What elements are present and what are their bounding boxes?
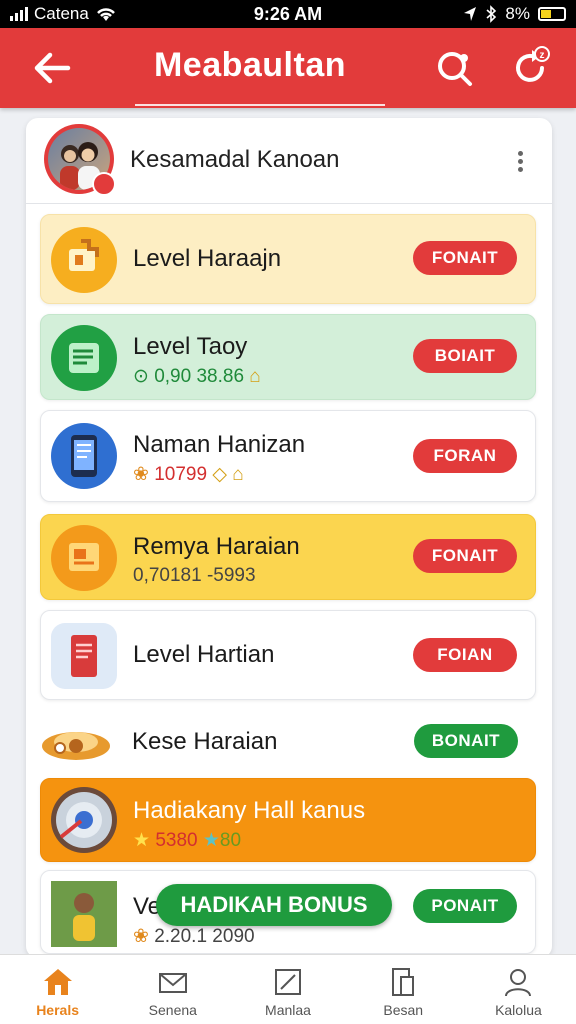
reward-card[interactable]: Hadiakany Hall kanus ★ 5380 ★80 bbox=[40, 778, 536, 862]
phone-icon bbox=[51, 423, 117, 489]
profile-row: Kesamadal Kanoan bbox=[26, 118, 552, 204]
player-avatar bbox=[51, 881, 117, 947]
notification-badge: z bbox=[534, 46, 550, 62]
card-value: 2.20.1 2090 bbox=[154, 926, 255, 947]
profile-name: Kesamadal Kanoan bbox=[130, 146, 340, 173]
card-subtitle: ⊙ 0,90 38.86 ⌂ bbox=[133, 365, 261, 388]
nav-label: Manlaa bbox=[265, 1002, 311, 1018]
house-icon: ⌂ bbox=[244, 366, 261, 387]
avatar-badge bbox=[92, 172, 116, 196]
card-value: 0,90 38.86 bbox=[154, 366, 245, 387]
document-icon bbox=[51, 525, 117, 591]
nav-edit[interactable]: Manlaa bbox=[230, 955, 345, 1024]
refresh-button[interactable]: z bbox=[506, 44, 554, 92]
reward-card[interactable]: Remya Haraian 0,70181 -5993 FONAIT bbox=[40, 514, 536, 600]
card-title: Level Hartian bbox=[133, 641, 275, 668]
search-refresh-icon bbox=[438, 52, 472, 86]
card-value: 80 bbox=[219, 830, 242, 851]
card-value: 10799 bbox=[154, 464, 208, 485]
gift-icon: ❀ bbox=[133, 926, 155, 947]
location-icon bbox=[464, 7, 477, 21]
notebook-icon bbox=[51, 623, 117, 689]
rewards-panel: Kesamadal Kanoan Level Haraajn FONAIT Le… bbox=[26, 118, 552, 958]
claim-button[interactable]: FOIAN bbox=[413, 638, 517, 672]
claim-button[interactable]: FONAIT bbox=[413, 241, 517, 275]
back-button[interactable] bbox=[30, 48, 74, 88]
nav-label: Besan bbox=[383, 1002, 424, 1018]
card-title: Level Taoy bbox=[133, 333, 248, 360]
card-title: Hadiakany Hall kanus bbox=[133, 797, 366, 824]
arrow-left-icon bbox=[34, 52, 71, 84]
card-title: Level Haraajn bbox=[133, 245, 282, 272]
claim-button[interactable]: PONAIT bbox=[413, 889, 517, 923]
card-title: Naman Hanizan bbox=[133, 431, 306, 458]
nav-home[interactable]: Herals bbox=[0, 955, 115, 1024]
star-icon: ★ bbox=[197, 830, 220, 851]
claim-button[interactable]: BONAIT bbox=[414, 724, 518, 758]
battery-icon bbox=[538, 7, 566, 21]
mail-icon bbox=[158, 973, 187, 993]
target-icon bbox=[51, 787, 117, 853]
puzzle-icon bbox=[51, 227, 117, 293]
reward-card[interactable]: Level Hartian FOIAN bbox=[40, 610, 536, 700]
battery-percent: 8% bbox=[505, 4, 530, 23]
reward-card[interactable]: Naman Hanizan ❀ 10799 ◇ ⌂ FORAN bbox=[40, 410, 536, 502]
star-icon: ★ bbox=[133, 830, 156, 851]
treasure-icon bbox=[40, 712, 116, 772]
app-header: Meabaultan z bbox=[0, 28, 576, 108]
home-icon bbox=[43, 969, 72, 995]
card-value: 5380 bbox=[155, 830, 198, 851]
claim-button[interactable]: FORAN bbox=[413, 439, 517, 473]
nav-document[interactable]: Besan bbox=[346, 955, 461, 1024]
search-button[interactable] bbox=[430, 44, 478, 92]
coin-icon: ⊙ bbox=[133, 366, 155, 387]
nav-profile[interactable]: Kalolua bbox=[461, 955, 576, 1024]
reward-card[interactable]: Level Haraajn FONAIT bbox=[40, 214, 536, 304]
nav-mail[interactable]: Senena bbox=[115, 955, 230, 1024]
notes-icon bbox=[51, 325, 117, 391]
claim-button[interactable]: FONAIT bbox=[413, 539, 517, 573]
profile-icon bbox=[505, 969, 532, 997]
reward-card[interactable]: Kese Haraian BONAIT bbox=[40, 710, 536, 774]
more-options-button[interactable] bbox=[510, 148, 530, 176]
nav-label: Herals bbox=[36, 1002, 79, 1018]
carrier-name: Catena bbox=[34, 4, 89, 23]
claim-button[interactable]: BOIAIT bbox=[413, 339, 517, 373]
title-underline bbox=[135, 104, 385, 106]
card-subtitle: 0,70181 -5993 bbox=[133, 565, 256, 586]
nav-label: Senena bbox=[148, 1002, 197, 1018]
reward-card[interactable]: Level Taoy ⊙ 0,90 38.86 ⌂ BOIAIT bbox=[40, 314, 536, 400]
nav-label: Kalolua bbox=[495, 1002, 542, 1018]
card-title: Remya Haraian bbox=[133, 533, 300, 560]
edit-icon bbox=[275, 969, 301, 995]
page-title: Meabaultan bbox=[153, 46, 347, 84]
trophy-icon: ◇ ⌂ bbox=[207, 464, 244, 485]
card-subtitle: ★ 5380 ★80 bbox=[133, 829, 241, 852]
bluetooth-icon bbox=[486, 5, 497, 23]
card-subtitle: ❀ 2.20.1 2090 bbox=[133, 925, 255, 948]
avatar[interactable] bbox=[44, 124, 116, 196]
signal-icon bbox=[10, 7, 28, 21]
gift-icon: ❀ bbox=[133, 464, 155, 485]
card-subtitle: ❀ 10799 ◇ ⌂ bbox=[133, 463, 244, 486]
document-icon bbox=[392, 968, 415, 996]
wifi-icon bbox=[96, 8, 115, 21]
status-bar: Catena 9:26 AM 8% bbox=[0, 0, 576, 28]
card-title: Kese Haraian bbox=[132, 728, 278, 755]
bonus-button[interactable]: HADIKAH BONUS bbox=[156, 884, 392, 926]
bottom-nav: Herals Senena Manlaa Besan Kalolua bbox=[0, 954, 576, 1024]
